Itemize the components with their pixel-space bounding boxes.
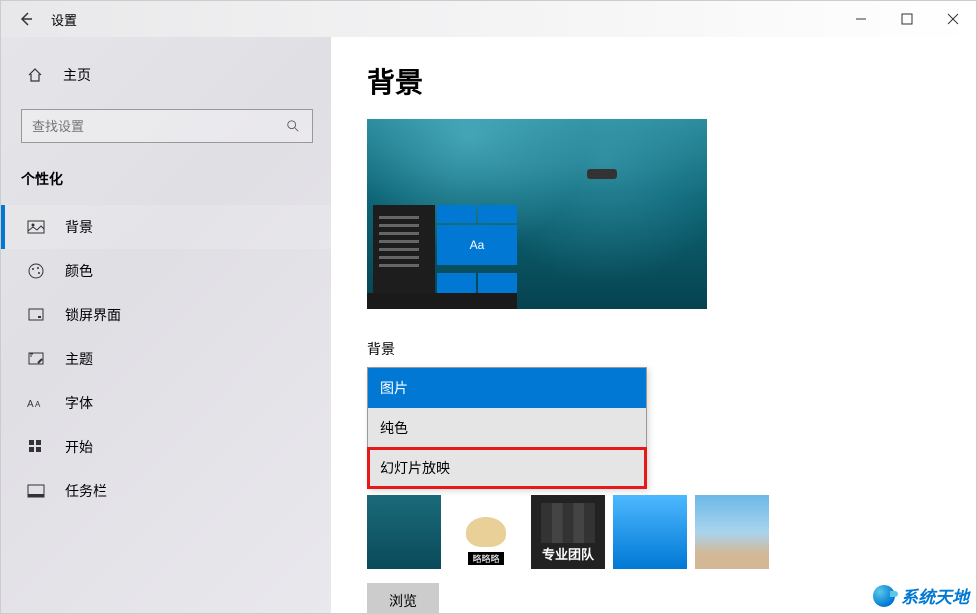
font-icon: AA [27, 394, 47, 412]
page-title: 背景 [367, 61, 940, 101]
nav-label: 背景 [65, 217, 93, 237]
dropdown-option-solid[interactable]: 纯色 [368, 408, 646, 448]
titlebar-controls [838, 1, 976, 37]
titlebar: 设置 [1, 1, 976, 37]
lockscreen-icon [27, 306, 47, 324]
nav-themes[interactable]: 主题 [1, 337, 331, 381]
thumbnail[interactable] [367, 495, 441, 569]
close-icon [947, 13, 959, 25]
picture-icon [27, 218, 47, 236]
main-content: 背景 Aa 背景 图片 [331, 37, 976, 613]
search-input[interactable] [32, 119, 286, 134]
nav-label: 锁屏界面 [65, 305, 121, 325]
dropdown-option-picture[interactable]: 图片 [368, 368, 646, 408]
search-icon [286, 119, 302, 133]
recent-images: 略略略 专业团队 [367, 495, 940, 569]
dropdown-option-slideshow[interactable]: 幻灯片放映 [368, 448, 646, 488]
back-button[interactable] [11, 4, 41, 34]
watermark-text: 系统天地 [901, 583, 969, 608]
nav-start[interactable]: 开始 [1, 425, 331, 469]
taskbar-icon [27, 482, 47, 500]
theme-icon [27, 350, 47, 368]
start-icon [27, 438, 47, 456]
minimize-button[interactable] [838, 1, 884, 37]
nav-fonts[interactable]: AA 字体 [1, 381, 331, 425]
back-arrow-icon [18, 11, 34, 27]
nav-label: 颜色 [65, 261, 93, 281]
nav-label: 字体 [65, 393, 93, 413]
globe-icon [873, 585, 895, 607]
close-button[interactable] [930, 1, 976, 37]
settings-window: 设置 主页 个性化 背景 [0, 0, 977, 614]
background-label: 背景 [367, 339, 940, 359]
watermark: 系统天地 [873, 583, 969, 608]
preview-tile-text: Aa [437, 225, 517, 265]
nav-label: 任务栏 [65, 481, 107, 501]
category-header: 个性化 [1, 163, 331, 205]
background-type-dropdown[interactable]: 图片 纯色 幻灯片放映 [367, 367, 647, 489]
window-title: 设置 [51, 10, 77, 29]
home-link[interactable]: 主页 [1, 57, 331, 93]
nav-lockscreen[interactable]: 锁屏界面 [1, 293, 331, 337]
home-icon [27, 67, 45, 83]
palette-icon [27, 262, 47, 280]
search-box[interactable] [21, 109, 313, 143]
maximize-icon [901, 13, 913, 25]
maximize-button[interactable] [884, 1, 930, 37]
browse-button[interactable]: 浏览 [367, 583, 439, 613]
thumbnail[interactable] [695, 495, 769, 569]
thumbnail[interactable]: 专业团队 [531, 495, 605, 569]
sidebar: 主页 个性化 背景 颜色 锁屏界面 [1, 37, 331, 613]
minimize-icon [855, 13, 867, 25]
thumbnail[interactable] [613, 495, 687, 569]
nav-label: 主题 [65, 349, 93, 369]
nav-colors[interactable]: 颜色 [1, 249, 331, 293]
svg-text:A: A [27, 399, 34, 410]
nav-label: 开始 [65, 437, 93, 457]
thumbnail[interactable]: 略略略 [449, 495, 523, 569]
svg-text:A: A [35, 400, 41, 409]
nav-taskbar[interactable]: 任务栏 [1, 469, 331, 513]
desktop-preview: Aa [367, 119, 707, 309]
nav-background[interactable]: 背景 [1, 205, 331, 249]
home-label: 主页 [63, 65, 91, 85]
